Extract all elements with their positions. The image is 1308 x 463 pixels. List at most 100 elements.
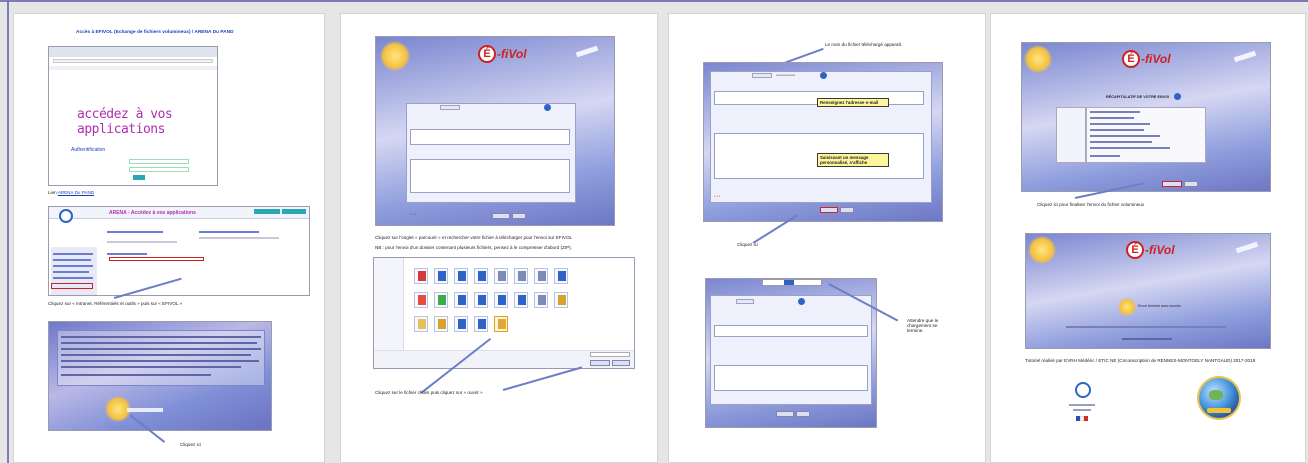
caption-click-2: Cliquez ici bbox=[737, 242, 758, 247]
arena-logo-icon bbox=[59, 209, 73, 223]
arena-content-row bbox=[199, 231, 259, 233]
send-button[interactable] bbox=[776, 411, 794, 417]
message-field[interactable] bbox=[410, 159, 570, 193]
file-item[interactable] bbox=[414, 268, 428, 284]
efivol-recap-screenshot: É -fiVol RÉCAPITULATIF DE VOTRE ENVOI bbox=[1021, 42, 1271, 192]
browse-button[interactable] bbox=[752, 73, 772, 78]
portal-heading: accédez à vos applications bbox=[77, 107, 173, 137]
globe-logo-icon bbox=[1199, 378, 1239, 418]
document-page-3: Le nom du fichier téléchargé apparaît. ▭… bbox=[668, 13, 986, 463]
send-button[interactable] bbox=[492, 213, 510, 219]
browse-button[interactable] bbox=[440, 105, 460, 110]
arena-menu-item bbox=[53, 253, 93, 255]
help-icon[interactable] bbox=[544, 104, 551, 111]
file-item[interactable] bbox=[554, 268, 568, 284]
globe-banner bbox=[1207, 408, 1231, 413]
recipient-field[interactable] bbox=[714, 325, 868, 337]
file-item[interactable] bbox=[434, 316, 448, 332]
file-item[interactable] bbox=[414, 316, 428, 332]
efivol-logo-word: -fiVol bbox=[497, 47, 527, 61]
disclaimer-line bbox=[61, 360, 259, 362]
required-note: * * * bbox=[714, 195, 721, 199]
help-icon[interactable] bbox=[1174, 93, 1181, 100]
disclaimer-line bbox=[61, 366, 241, 368]
file-item[interactable] bbox=[534, 292, 548, 308]
new-send-link[interactable] bbox=[1122, 338, 1172, 340]
efivol-loading-screenshot bbox=[705, 278, 877, 428]
file-item[interactable] bbox=[454, 268, 468, 284]
cancel-button[interactable] bbox=[1184, 181, 1198, 187]
selected-file-name: ▭▭▭▭▭▭ bbox=[776, 73, 796, 77]
username-field[interactable] bbox=[129, 159, 189, 164]
efivol-logo-icon: É bbox=[478, 45, 496, 63]
arena-efivol-link[interactable] bbox=[109, 257, 204, 261]
window-frame-left bbox=[7, 0, 9, 463]
arena-menu-item bbox=[53, 259, 91, 261]
password-field[interactable] bbox=[129, 167, 189, 172]
file-item[interactable] bbox=[514, 268, 528, 284]
cancel-button[interactable] bbox=[512, 213, 526, 219]
open-button[interactable] bbox=[590, 360, 610, 366]
file-item[interactable] bbox=[454, 292, 468, 308]
document-page-4: É -fiVol RÉCAPITULATIF DE VOTRE ENVOI Cl… bbox=[990, 13, 1306, 463]
file-item[interactable] bbox=[534, 268, 548, 284]
arena-link[interactable]: ARENA Du PAND bbox=[58, 190, 94, 195]
disclaimer-line bbox=[61, 354, 251, 356]
academy-emblem-icon bbox=[1075, 382, 1091, 398]
file-item[interactable] bbox=[414, 292, 428, 308]
efivol-success-screenshot: É -fiVol Envoi terminé avec succès bbox=[1025, 233, 1271, 349]
efivol-logo-word: -fiVol bbox=[1145, 243, 1175, 257]
arena-search-button[interactable] bbox=[254, 209, 280, 214]
recap-row bbox=[1090, 111, 1140, 113]
browse-button[interactable] bbox=[736, 299, 754, 304]
file-type-select[interactable] bbox=[590, 352, 630, 357]
cancel-button[interactable] bbox=[840, 207, 854, 213]
cancel-button[interactable] bbox=[796, 411, 810, 417]
file-item[interactable] bbox=[474, 292, 488, 308]
help-icon[interactable] bbox=[798, 298, 805, 305]
globe-land bbox=[1209, 390, 1223, 400]
file-item[interactable] bbox=[494, 268, 508, 284]
login-button[interactable] bbox=[133, 175, 145, 180]
caption-file-name: Le nom du fichier téléchargé apparaît. bbox=[825, 42, 903, 47]
send-message: Envoi terminé avec succès bbox=[1138, 304, 1181, 308]
arena-title: ARENA - Accédez à vos applications bbox=[109, 210, 196, 216]
arena-content-row bbox=[107, 231, 163, 233]
help-icon[interactable] bbox=[820, 72, 827, 79]
bookmarks-bar bbox=[49, 66, 217, 70]
file-item[interactable] bbox=[434, 268, 448, 284]
recipient-field[interactable] bbox=[410, 129, 570, 145]
file-item[interactable] bbox=[474, 268, 488, 284]
efivol-logo-icon: É bbox=[1122, 50, 1140, 68]
caption-intranet: Cliquez sur « Intranet, Référentiels et … bbox=[48, 301, 183, 306]
selected-file-item[interactable] bbox=[494, 316, 508, 332]
portal-screenshot: accédez à vos applications Authentificat… bbox=[48, 46, 218, 186]
arena-intranet-item[interactable] bbox=[51, 283, 93, 289]
send-button[interactable] bbox=[820, 207, 838, 213]
link-caption-prefix: Lien bbox=[48, 190, 57, 195]
file-open-dialog bbox=[373, 257, 635, 369]
file-item[interactable] bbox=[474, 316, 488, 332]
dialog-cancel-button[interactable] bbox=[612, 360, 630, 366]
file-item[interactable] bbox=[434, 292, 448, 308]
file-item[interactable] bbox=[454, 316, 468, 332]
confirm-button[interactable] bbox=[1162, 181, 1182, 187]
recap-row bbox=[1090, 147, 1170, 149]
arena-content-row bbox=[107, 241, 177, 243]
callout-email: Renseignez l'adresse e-mail bbox=[817, 98, 889, 108]
disclaimer-line bbox=[61, 374, 211, 376]
file-item[interactable] bbox=[494, 292, 508, 308]
message-field[interactable] bbox=[714, 365, 868, 391]
auth-heading: Authentification bbox=[71, 147, 106, 153]
continue-link[interactable] bbox=[127, 408, 163, 412]
recap-row bbox=[1090, 135, 1160, 137]
tutorial-credit: Tutoriel réalisé par EVRH Médéric / ETIC… bbox=[1025, 358, 1256, 363]
arena-logout-button[interactable] bbox=[282, 209, 306, 214]
file-item[interactable] bbox=[554, 292, 568, 308]
caption-nb: NB : pour l'envoi d'un dossier contenant… bbox=[375, 245, 572, 250]
success-sun-icon bbox=[1118, 298, 1136, 316]
academy-text bbox=[1073, 409, 1091, 411]
recap-row bbox=[1090, 123, 1150, 125]
file-item[interactable] bbox=[514, 292, 528, 308]
disclaimer-text-block bbox=[57, 330, 265, 386]
